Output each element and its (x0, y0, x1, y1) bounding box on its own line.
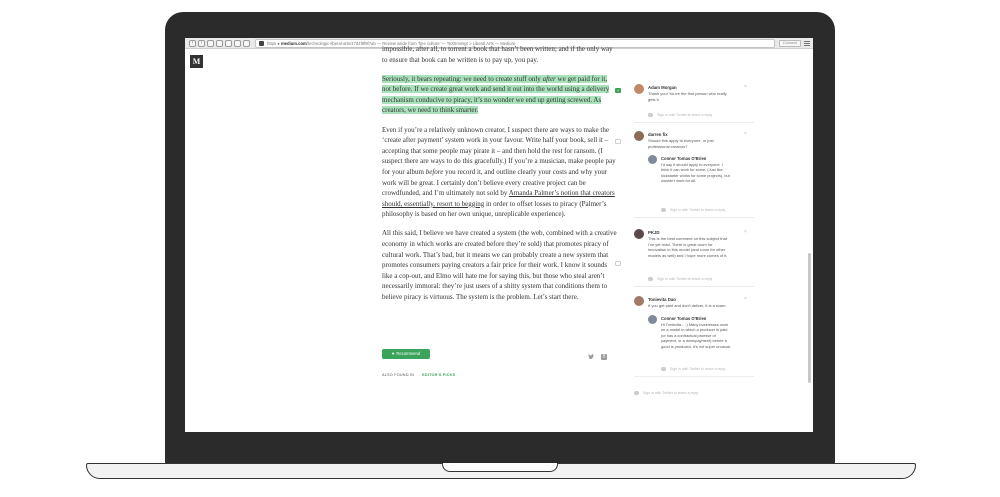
laptop-screen: ‹ › https ● medium.com/technologic-liber… (185, 38, 813, 432)
avatar (634, 296, 644, 306)
note-marker-icon[interactable] (615, 139, 621, 144)
avatar (634, 131, 644, 141)
share-icon[interactable] (225, 40, 232, 47)
avatar (648, 315, 657, 324)
note-author[interactable]: Adam Morgan (648, 85, 677, 90)
paragraph: Even if you’re a relatively unknown crea… (382, 125, 616, 219)
medium-logo[interactable]: M (190, 55, 203, 68)
facebook-icon[interactable]: f (601, 354, 607, 360)
twitter-icon (634, 391, 639, 396)
sign-in-reply-link[interactable]: Sign in with Twitter to leave a reply (661, 208, 725, 213)
reply-author[interactable]: Connor Tomas O'Brien (661, 156, 706, 161)
note-text: Should this apply to everyone, or just p… (648, 138, 714, 149)
divider (634, 122, 754, 123)
sign-in-reply-link[interactable]: Sign in with Twitter to leave a reply (648, 277, 712, 282)
twitter-icon (661, 367, 666, 372)
reply-author[interactable]: Connor Tomas O'Brien (661, 316, 706, 321)
twitter-icon (648, 113, 653, 118)
reply-text: I'd say it should apply to everyone. I t… (661, 162, 730, 184)
highlighted-paragraph: Seriously, it bears repeating: we need t… (382, 74, 610, 115)
editors-picks-link[interactable]: EDITOR'S PICKS (422, 373, 455, 377)
avatar (648, 155, 657, 164)
note-author[interactable]: PKJD (648, 230, 659, 235)
note-marker-icon[interactable] (615, 261, 621, 266)
note-text: Thank you! You're the first person who r… (648, 91, 727, 102)
sign-in-reply-link[interactable]: Sign in with Twitter to leave a reply (648, 113, 712, 118)
close-icon[interactable]: × (744, 229, 747, 235)
note-marker-icon[interactable]: + (615, 88, 621, 93)
heart-icon: ♥ (391, 351, 395, 356)
divider (634, 217, 754, 218)
tab-icon[interactable] (243, 40, 250, 47)
notes-panel: Adam Morgan Thank you! You're the first … (634, 38, 804, 432)
also-found-in: ALSO FOUND IN EDITOR'S PICKS (382, 373, 456, 377)
note-author[interactable]: Tonievita Dao (648, 297, 676, 302)
sign-in-reply-link[interactable]: Sign in with Twitter to leave a reply (634, 391, 698, 396)
divider (634, 376, 754, 377)
avatar (634, 229, 644, 239)
reload-icon[interactable] (216, 40, 223, 47)
avatar (634, 84, 644, 94)
twitter-icon[interactable] (588, 354, 594, 359)
recommend-button[interactable]: ♥ Recommend (382, 349, 430, 359)
forward-icon[interactable]: › (198, 40, 205, 47)
scrollbar[interactable] (808, 253, 811, 383)
paragraph: impossible, after all, to torrent a book… (382, 45, 613, 64)
back-icon[interactable]: ‹ (189, 40, 196, 47)
laptop-notch (442, 463, 558, 472)
close-icon[interactable]: × (744, 296, 747, 302)
twitter-icon (648, 277, 653, 282)
close-icon[interactable]: × (744, 84, 747, 90)
bookmark-icon[interactable] (234, 40, 241, 47)
sign-in-reply-link[interactable]: Sign in with Twitter to leave a reply (661, 367, 725, 372)
article-body: impossible, after all, to torrent a book… (382, 45, 617, 311)
twitter-icon (661, 208, 666, 213)
home-icon[interactable] (207, 40, 214, 47)
note-author[interactable]: darren fix (648, 132, 668, 137)
close-icon[interactable]: × (744, 131, 747, 137)
note-text: If you get paid and don't deliver, it is… (648, 303, 726, 308)
reply-text: Hi Tonievita... :) Many businesses work … (661, 322, 731, 349)
menu-icon[interactable] (804, 41, 810, 46)
divider (634, 286, 754, 287)
lock-icon (259, 41, 264, 46)
note-text: This is the best comment on this subject… (648, 236, 728, 258)
paragraph: All this said, I believe we have created… (382, 229, 617, 301)
